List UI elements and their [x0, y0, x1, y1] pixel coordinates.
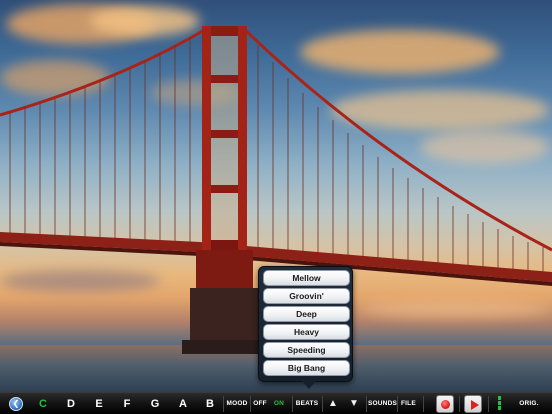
- key-d-button[interactable]: D: [64, 393, 78, 414]
- mood-option-big-bang[interactable]: Big Bang: [263, 360, 350, 376]
- play-icon: [471, 400, 479, 410]
- mood-option-mellow[interactable]: Mellow: [263, 270, 350, 286]
- beats-off-button[interactable]: OFF: [253, 393, 267, 414]
- mood-option-speeding[interactable]: Speeding: [263, 342, 350, 358]
- bottom-toolbar: ❮ C D E F G A B MOOD OFF ON BEATS ▲ ▼ SO…: [0, 392, 552, 414]
- chevron-left-icon: ❮: [12, 399, 20, 408]
- sound-down-button[interactable]: ▼: [348, 393, 360, 414]
- key-e-button[interactable]: E: [92, 393, 106, 414]
- beats-on-button[interactable]: ON: [272, 393, 286, 414]
- sound-up-button[interactable]: ▲: [327, 393, 339, 414]
- key-b-button[interactable]: B: [203, 393, 217, 414]
- file-button[interactable]: FILE: [401, 393, 416, 414]
- sounds-button[interactable]: SOUNDS: [368, 393, 397, 414]
- key-f-button[interactable]: F: [120, 393, 134, 414]
- level-meter-icon: [498, 396, 502, 412]
- mood-button[interactable]: MOOD: [226, 393, 248, 414]
- play-button[interactable]: [464, 395, 482, 413]
- triangle-up-icon: ▲: [328, 398, 338, 409]
- triangle-down-icon: ▼: [349, 398, 359, 409]
- mood-menu: Mellow Groovin' Deep Heavy Speeding Big …: [258, 266, 353, 382]
- mood-option-groovin[interactable]: Groovin': [263, 288, 350, 304]
- orig-sounds-button[interactable]: ORIG. SOUNDS: [508, 393, 550, 414]
- back-button[interactable]: ❮: [9, 397, 23, 411]
- mood-menu-pointer: [302, 381, 316, 389]
- mood-option-deep[interactable]: Deep: [263, 306, 350, 322]
- record-icon: [441, 400, 450, 409]
- key-c-button[interactable]: C: [36, 393, 50, 414]
- mood-option-heavy[interactable]: Heavy: [263, 324, 350, 340]
- key-g-button[interactable]: G: [148, 393, 162, 414]
- beats-button[interactable]: BEATS: [295, 393, 319, 414]
- record-button[interactable]: [436, 395, 454, 413]
- key-a-button[interactable]: A: [176, 393, 190, 414]
